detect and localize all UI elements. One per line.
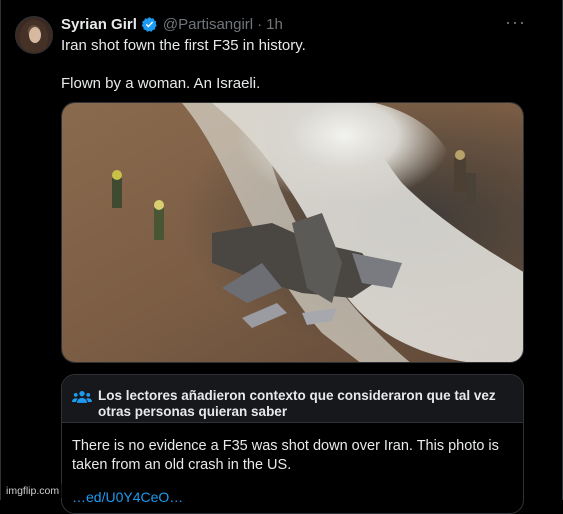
tweet-header: Syrian Girl @Partisangirl · 1h [61,14,283,34]
crash-photo-image [62,103,523,362]
community-note-link[interactable]: …ed/U0Y4CeO… [72,489,183,505]
community-note-body: There is no evidence a F35 was shot down… [72,438,499,473]
community-note-title: Los lectores añadieron contexto que cons… [98,388,496,419]
crash-photo[interactable] [61,102,524,363]
author-name[interactable]: Syrian Girl [61,16,137,33]
more-icon[interactable]: ··· [505,12,526,33]
avatar-face [29,27,41,43]
tweet-time[interactable]: 1h [266,16,283,33]
community-note[interactable]: Los lectores añadieron contexto que cons… [61,374,524,514]
author-handle[interactable]: @Partisangirl [163,16,253,33]
people-icon [72,391,92,403]
tweet-text: Iran shot fown the first F35 in history.… [61,37,306,92]
avatar[interactable] [15,16,53,54]
community-note-header: Los lectores añadieron contexto que cons… [62,375,523,423]
watermark: imgflip.com [3,484,63,498]
tweet-card: Syrian Girl @Partisangirl · 1h ··· Iran … [0,0,563,514]
verified-badge-icon [141,16,157,32]
separator-dot: · [257,15,263,33]
